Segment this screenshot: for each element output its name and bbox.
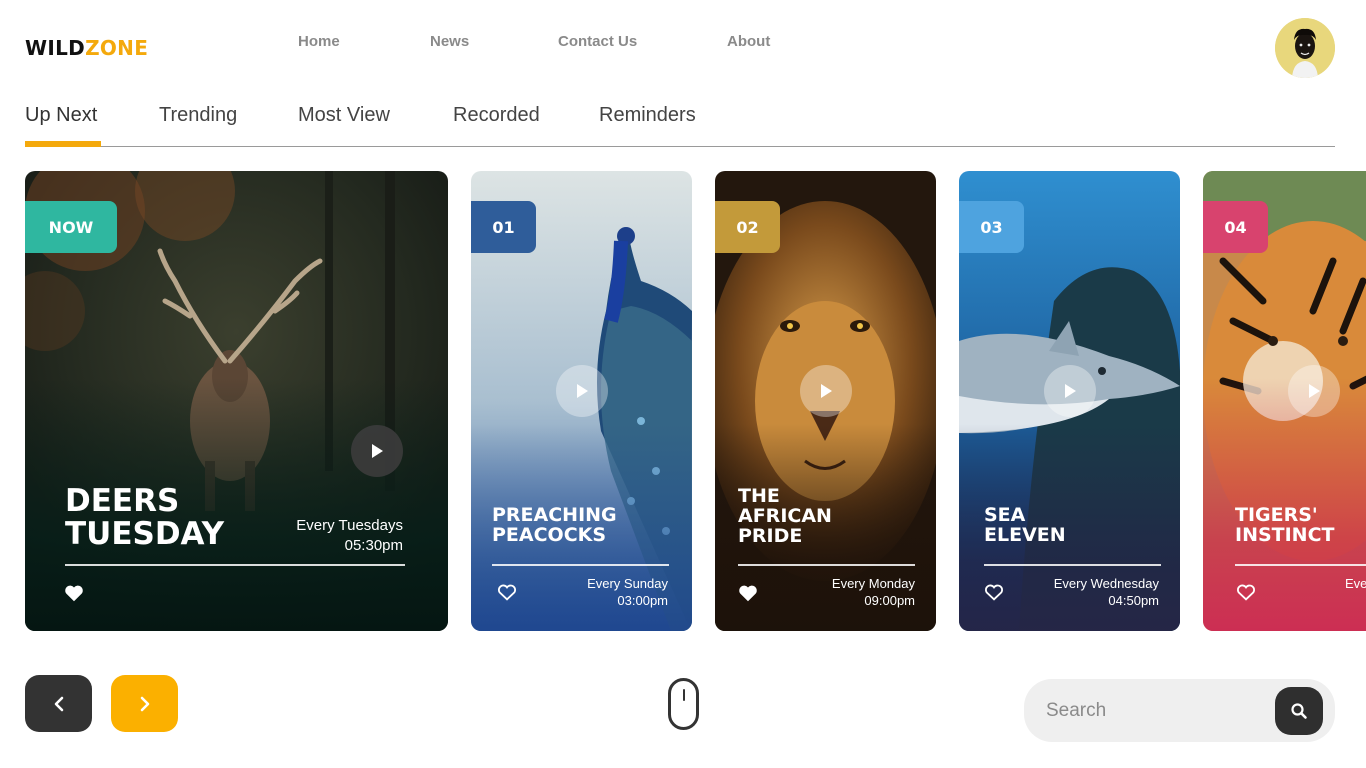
card-schedule: Every Wednesday 04:50pm — [1053, 576, 1159, 608]
show-card-the-african-pride[interactable]: 02 THE AFRICAN PRIDE Every Monday 09:00p… — [715, 171, 936, 631]
play-icon[interactable] — [1288, 365, 1340, 417]
nav-news[interactable]: News — [430, 33, 469, 50]
card-schedule: Every Monday 09:00pm — [831, 576, 915, 608]
tab-up-next[interactable]: Up Next — [25, 104, 97, 127]
category-tabs: Up Next Trending Most View Recorded Remi… — [25, 104, 1335, 147]
card-divider — [984, 564, 1161, 566]
card-divider — [1235, 564, 1366, 566]
next-button[interactable] — [111, 675, 178, 732]
card-badge: 02 — [715, 201, 780, 253]
card-title: THE AFRICAN PRIDE — [738, 485, 832, 547]
search-button[interactable] — [1275, 687, 1323, 735]
card-divider — [65, 564, 405, 566]
active-tab-indicator — [25, 141, 101, 147]
show-card-sea-eleven[interactable]: 03 SEA ELEVEN Every Wednesday 04:50pm — [959, 171, 1180, 631]
play-icon[interactable] — [1044, 365, 1096, 417]
search-icon — [1291, 703, 1307, 719]
heart-icon[interactable] — [496, 581, 518, 603]
card-badge: 04 — [1203, 201, 1268, 253]
show-carousel: NOW DEERS TUESDAY Every Tuesdays 05:30pm — [0, 171, 1366, 631]
card-title: SEA ELEVEN — [984, 504, 1066, 546]
card-schedule: Every Sunday 03:00pm — [587, 576, 668, 608]
card-badge: NOW — [25, 201, 117, 253]
card-badge: 03 — [959, 201, 1024, 253]
heart-icon[interactable] — [63, 582, 85, 604]
nav-about[interactable]: About — [727, 33, 770, 50]
show-card-deers-tuesday[interactable]: NOW DEERS TUESDAY Every Tuesdays 05:30pm — [25, 171, 448, 631]
tab-most-view[interactable]: Most View — [298, 104, 390, 127]
card-schedule: Every 0 — [1345, 576, 1366, 591]
card-divider — [492, 564, 669, 566]
heart-icon[interactable] — [737, 582, 759, 604]
logo-part-1: WILD — [25, 36, 86, 60]
show-card-tigers-instinct[interactable]: 04 TIGERS' INSTINCT Every 0 — [1203, 171, 1366, 631]
tab-recorded[interactable]: Recorded — [453, 104, 540, 127]
show-card-preaching-peacocks[interactable]: 01 PREACHING PEACOCKS Every Sunday 03:00… — [471, 171, 692, 631]
card-title: PREACHING PEACOCKS — [492, 504, 617, 546]
search-input[interactable] — [1046, 679, 1266, 742]
play-icon[interactable] — [556, 365, 608, 417]
card-title: TIGERS' INSTINCT — [1235, 504, 1335, 546]
nav-home[interactable]: Home — [298, 33, 340, 50]
card-title: DEERS TUESDAY — [65, 483, 225, 552]
heart-icon[interactable] — [983, 581, 1005, 603]
nav-contact-us[interactable]: Contact Us — [558, 33, 637, 50]
card-badge: 01 — [471, 201, 536, 253]
avatar-portrait — [1275, 18, 1335, 78]
card-schedule: Every Tuesdays 05:30pm — [296, 517, 403, 554]
chevron-right-icon — [140, 696, 149, 711]
card-divider — [738, 564, 915, 566]
prev-button[interactable] — [25, 675, 92, 732]
tab-trending[interactable]: Trending — [159, 104, 237, 127]
logo-part-2: ZONE — [85, 36, 149, 60]
mouse-icon — [668, 678, 699, 730]
avatar[interactable] — [1275, 18, 1335, 78]
chevron-left-icon — [54, 696, 63, 711]
search-bar — [1024, 679, 1335, 742]
logo[interactable]: WILDZONE — [25, 36, 148, 60]
heart-icon[interactable] — [1235, 581, 1257, 603]
play-icon[interactable] — [351, 425, 403, 477]
play-icon[interactable] — [800, 365, 852, 417]
tab-reminders[interactable]: Reminders — [599, 104, 696, 127]
